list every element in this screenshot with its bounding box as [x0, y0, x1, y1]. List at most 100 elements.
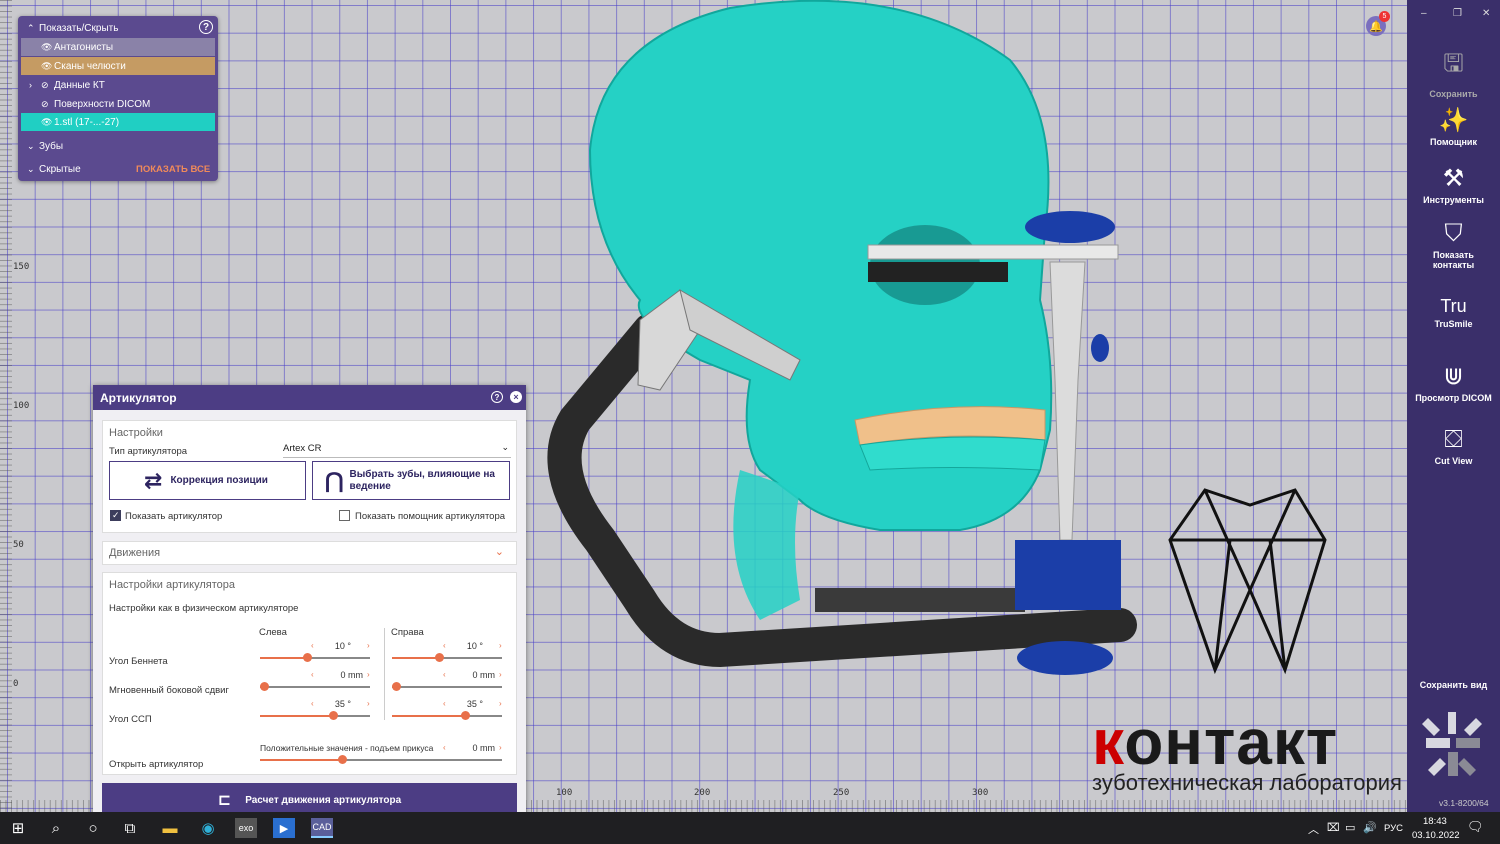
ssp-left-slider[interactable]	[260, 711, 370, 720]
correction-position-button[interactable]: ⇄ Коррекция позиции	[109, 461, 306, 500]
shift-right-slider[interactable]	[392, 682, 502, 691]
open-articulator-slider[interactable]	[260, 755, 502, 764]
volume-icon[interactable]: 🔊	[1363, 821, 1377, 834]
layer-item-stl[interactable]: 👁 1.stl (17-...-27)	[21, 113, 215, 131]
movements-section[interactable]: Движения ⌄	[102, 541, 517, 565]
articulator-type-select[interactable]: Artex CR ⌄	[283, 442, 511, 458]
increment-arrow[interactable]: ›	[367, 641, 370, 650]
show-assistant-checkbox[interactable]	[339, 510, 350, 521]
shift-left-slider[interactable]	[260, 682, 370, 691]
tools-button[interactable]: ⚒ Инструменты	[1407, 164, 1500, 205]
display-icon[interactable]: ▭	[1345, 821, 1355, 834]
close-icon[interactable]: ×	[510, 391, 522, 403]
shift-left-value[interactable]: 0 mm	[313, 670, 364, 680]
open-articulator-label: Открыть артикулятор	[109, 759, 204, 770]
show-articulator-checkbox[interactable]	[110, 510, 121, 521]
increment-arrow[interactable]: ›	[499, 699, 502, 708]
show-hide-panel: ⌃ Показать/Скрыть ? 👁 Антагонисты 👁 Скан…	[18, 16, 218, 181]
layer-item-ct-data[interactable]: › ⊘ Данные КТ	[21, 76, 215, 94]
notification-center-icon[interactable]: 🗨	[1467, 819, 1484, 835]
eye-icon[interactable]: 👁	[41, 61, 54, 72]
task-view-icon[interactable]: ⧉	[119, 818, 141, 838]
help-icon[interactable]: ?	[491, 391, 503, 403]
select-teeth-button[interactable]: ⋂ Выбрать зубы, влияющие на ведение	[312, 461, 510, 500]
articulator-settings-title: Настройки артикулятора	[109, 579, 236, 591]
select-value: Artex CR	[283, 443, 322, 454]
edge-browser-icon[interactable]: ◉	[197, 818, 219, 838]
tooth-arch-icon: ⋂	[325, 467, 344, 493]
eye-hidden-icon[interactable]: ⊘	[41, 80, 54, 91]
bottom-knob	[1017, 641, 1113, 675]
tool-label: Показать контакты	[1432, 250, 1475, 270]
cortana-icon[interactable]: ○	[82, 818, 104, 838]
dental-arch-icon: ⋓	[1443, 363, 1464, 390]
save-button[interactable]: 🖫 Сохранить	[1407, 46, 1500, 99]
brand-letter-k: к	[1092, 706, 1125, 778]
cut-view-button[interactable]: ⛋ Cut View	[1407, 426, 1500, 466]
articulator-type-label: Тип артикулятора	[109, 446, 188, 457]
remote-app-icon[interactable]: ▶	[273, 818, 295, 838]
chevron-down-icon: ⌄	[27, 163, 35, 174]
help-icon[interactable]: ?	[199, 20, 213, 34]
shift-right-value[interactable]: 0 mm	[445, 670, 496, 680]
layer-item-jaw-scans[interactable]: 👁 Сканы челюсти	[21, 57, 215, 75]
dicom-view-button[interactable]: ⋓ Просмотр DICOM	[1407, 362, 1500, 403]
chevron-down-icon: ⌄	[494, 546, 504, 558]
section-label: Зубы	[39, 140, 64, 152]
open-value[interactable]: 0 mm	[445, 743, 496, 753]
restore-icon[interactable]: ❐	[1453, 8, 1462, 19]
bennett-left-value[interactable]: 10 °	[301, 641, 351, 651]
chevron-right-icon[interactable]: ›	[29, 80, 41, 90]
eye-icon[interactable]: 👁	[41, 117, 54, 128]
trusmile-button[interactable]: Tru TruSmile	[1407, 296, 1500, 329]
language-indicator[interactable]: РУС	[1384, 823, 1403, 834]
save-view-button[interactable]: Сохранить вид	[1407, 680, 1500, 690]
file-explorer-icon[interactable]: ▬	[159, 818, 181, 838]
increment-arrow[interactable]: ›	[499, 670, 502, 679]
tool-label: Просмотр DICOM	[1415, 393, 1492, 403]
side-knob	[1091, 334, 1109, 362]
bennett-left-slider[interactable]	[260, 653, 370, 662]
increment-arrow[interactable]: ›	[499, 743, 502, 752]
side-shift-label: Мгновенный боковой сдвиг	[109, 685, 229, 696]
increment-arrow[interactable]: ›	[367, 699, 370, 708]
show-hide-header[interactable]: ⌃ Показать/Скрыть	[21, 19, 215, 37]
eye-hidden-icon[interactable]: ⊘	[41, 99, 54, 110]
increment-arrow[interactable]: ›	[367, 670, 370, 679]
search-icon[interactable]: ⌕	[45, 818, 67, 838]
layer-item-antagonists[interactable]: 👁 Антагонисты	[21, 38, 215, 56]
brand-title-rest: онтакт	[1124, 706, 1339, 778]
tools-icon: ⚒	[1442, 165, 1465, 192]
section-teeth[interactable]: ⌄ Зубы	[21, 137, 215, 155]
dental-cad-app-icon[interactable]: CAD	[311, 818, 333, 838]
ssp-right-value[interactable]: 35 °	[433, 699, 483, 709]
minimize-icon[interactable]: –	[1421, 8, 1427, 19]
chevron-up-icon: ⌃	[27, 22, 35, 33]
show-all-button[interactable]: ПОКАЗАТЬ ВСЕ	[136, 164, 210, 175]
bennett-right-value[interactable]: 10 °	[433, 641, 483, 651]
eye-icon[interactable]: 👁	[41, 42, 54, 53]
clock-date[interactable]: 03.10.2022	[1412, 830, 1460, 841]
close-icon[interactable]: ✕	[1482, 8, 1490, 19]
version-text: v3.1-8200/64	[1439, 798, 1489, 808]
chevron-down-icon: ⌄	[27, 140, 35, 151]
view-cube-icon[interactable]	[1418, 710, 1488, 790]
ssp-right-slider[interactable]	[392, 711, 502, 720]
tool-label: Инструменты	[1423, 195, 1484, 205]
clock-time[interactable]: 18:43	[1423, 816, 1447, 827]
assistant-button[interactable]: ✨ Помощник	[1407, 106, 1500, 147]
tooth-contacts-icon: ⛉	[1444, 220, 1463, 247]
right-toolbar: – ❐ ✕ 🖫 Сохранить ✨ Помощник ⚒ Инструмен…	[1407, 0, 1500, 812]
notifications-bell[interactable]: 🔔 5	[1366, 11, 1390, 36]
button-label: Расчет движения артикулятора	[245, 794, 402, 806]
exocad-icon[interactable]: exo	[235, 818, 257, 838]
ssp-left-value[interactable]: 35 °	[301, 699, 351, 709]
windows-start-icon[interactable]: ⊞	[7, 818, 29, 838]
show-contacts-button[interactable]: ⛉ Показать контакты	[1407, 220, 1500, 270]
show-hidden-icons-chevron[interactable]: ︿	[1308, 821, 1319, 837]
movements-title: Движения	[109, 547, 161, 559]
increment-arrow[interactable]: ›	[499, 641, 502, 650]
layer-item-dicom-surfaces[interactable]: ⊘ Поверхности DICOM	[21, 95, 215, 113]
bennett-right-slider[interactable]	[392, 653, 502, 662]
network-icon[interactable]: ⌧	[1327, 821, 1340, 834]
